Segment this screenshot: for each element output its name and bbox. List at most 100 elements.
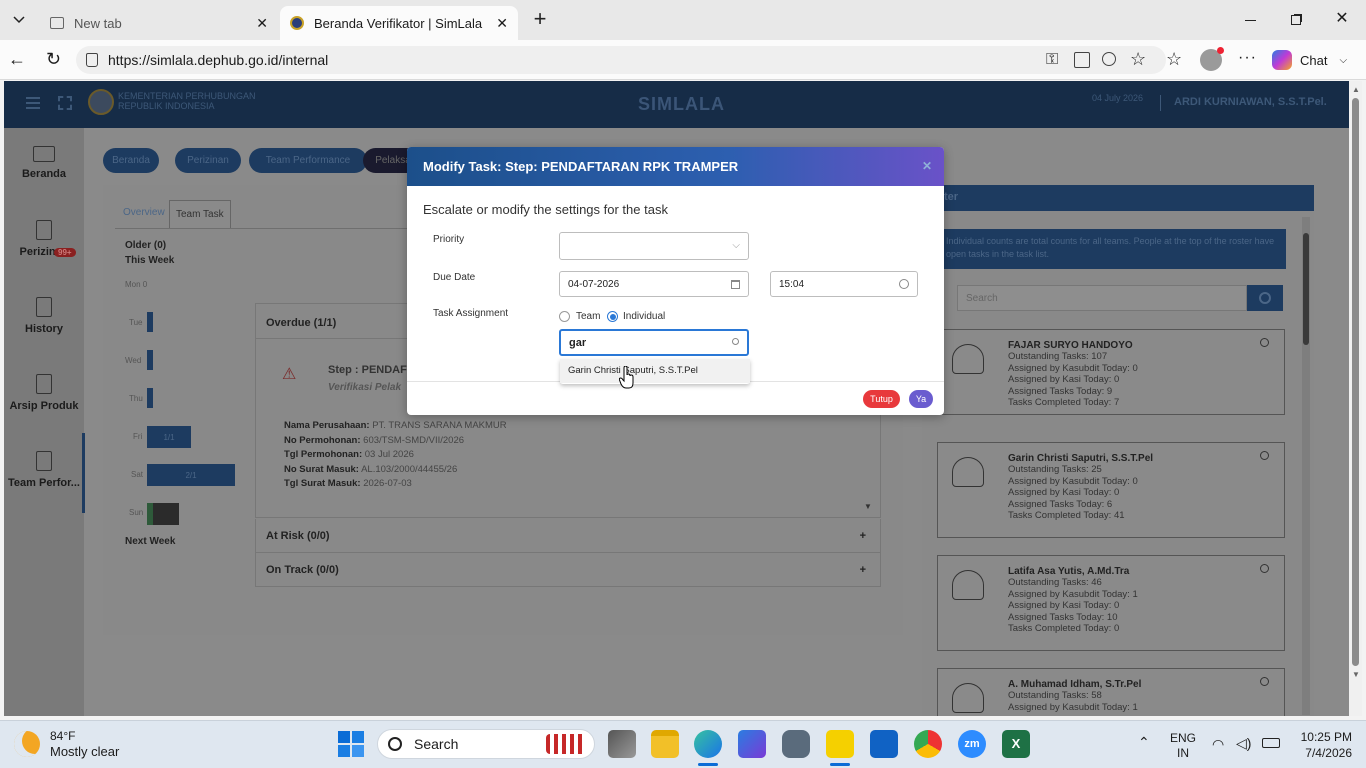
radio-button-selected[interactable] [607,311,618,322]
close-icon[interactable]: ✕ [256,15,268,32]
task-assignment-label: Task Assignment [433,308,509,319]
suggestion-item[interactable]: Garin Christi Saputri, S.S.T.Pel [560,359,750,383]
lang-primary: ENG [1170,731,1197,745]
roster-card[interactable]: Latifa Asa Yutis, A.Md.Tra Outstanding T… [937,555,1285,651]
profile-avatar[interactable] [1200,47,1224,71]
timeline-bar [147,312,153,332]
camera-icon[interactable] [782,730,810,758]
radio-individual[interactable]: Individual [607,311,665,322]
task-view-icon[interactable] [608,730,636,758]
more-menu-icon[interactable]: ··· [1238,49,1257,67]
sticky-notes-icon[interactable] [826,730,854,758]
edge-browser-icon[interactable] [694,730,722,758]
fullscreen-icon[interactable] [58,96,72,110]
tutup-button[interactable]: Tutup [863,390,900,408]
radio-button[interactable] [559,311,570,322]
sidebar-item-perizinan[interactable]: Perizinan 99+ [4,220,84,258]
overdue-header[interactable]: Overdue (1/1) [266,317,336,329]
sidebar-item-beranda[interactable]: Beranda [4,146,84,180]
apps-icon[interactable] [1074,52,1090,68]
page-scrollbar[interactable]: ▲ ▼ [1349,81,1362,716]
scroll-down-icon[interactable]: ▼ [864,502,872,511]
sidebar-item-team-performance[interactable]: Team Perfor... [4,451,84,489]
excel-icon[interactable]: X [1002,730,1030,758]
close-icon[interactable]: ✕ [922,159,932,173]
key-icon[interactable]: ⚿ [1046,51,1058,69]
nav-pill-team-performance[interactable]: Team Performance [249,148,367,173]
tab-simlala[interactable]: Beranda Verifikator | SimLala ✕ [280,6,518,40]
tab-team-task[interactable]: Team Task [169,200,231,228]
hamburger-menu-icon[interactable] [26,97,40,109]
roster-card[interactable]: FAJAR SURYO HANDOYO Outstanding Tasks: 1… [937,329,1285,415]
user-icon [952,344,984,374]
close-icon[interactable]: ✕ [496,15,508,32]
show-hidden-icons-icon[interactable]: ⌃ [1138,734,1150,751]
roster-search-input[interactable]: Search [957,285,1247,311]
assignee-search-input[interactable]: gar [559,329,749,356]
info-icon[interactable] [1260,564,1269,573]
copilot-icon[interactable] [738,730,766,758]
back-button[interactable]: ← [8,50,30,70]
scrollbar-thumb[interactable] [1352,98,1359,666]
refresh-button[interactable]: ↻ [46,49,68,71]
calendar-icon[interactable] [731,280,740,289]
zoom-icon[interactable] [1102,52,1116,66]
tab-label: Beranda Verifikator | SimLala [314,15,483,31]
org-line-2: REPUBLIK INDONESIA [118,101,215,111]
minimize-button[interactable] [1238,10,1262,30]
info-icon[interactable] [1260,677,1269,686]
sidebar-item-history[interactable]: History [4,297,84,335]
roster-card[interactable]: A. Muhamad Idham, S.Tr.Pel Outstanding T… [937,668,1285,716]
file-explorer-icon[interactable] [651,730,679,758]
header-date: 04 July 2026 [1092,93,1144,103]
nav-pill-beranda[interactable]: Beranda [103,148,159,173]
start-button[interactable] [338,731,364,757]
taskbar-search[interactable]: Search [377,729,595,759]
roster-card[interactable]: Garin Christi Saputri, S.S.T.Pel Outstan… [937,442,1285,538]
wifi-icon[interactable]: ◠ [1212,736,1224,753]
battery-icon[interactable] [1262,738,1280,748]
clock[interactable]: 10:25 PM 7/4/2026 [1296,729,1352,761]
sidebar-item-arsip-produk[interactable]: Arsip Produk [4,374,84,412]
due-time-input[interactable]: 15:04 [770,271,918,297]
tab-new-tab[interactable]: New tab ✕ [40,6,278,40]
language-indicator[interactable]: ENG IN [1170,731,1196,761]
favorite-star-icon[interactable]: ☆ [1130,49,1146,70]
window-close-button[interactable]: ✕ [1330,8,1354,30]
ministry-logo [88,89,114,115]
person-stat: Tasks Completed Today: 0 [1008,623,1120,634]
radio-team[interactable]: Team [559,311,600,322]
roster-scrollbar[interactable] [1302,217,1310,715]
tab-list-button[interactable] [6,8,32,32]
person-stat: Outstanding Tasks: 58 [1008,690,1102,701]
copilot-chat-button[interactable]: Chat ⌵ [1272,48,1347,72]
tab-overview[interactable]: Overview [123,207,165,218]
weather-widget[interactable]: 84°F Mostly clear [14,726,119,762]
remote-desktop-icon[interactable] [870,730,898,758]
on-track-header[interactable]: On Track (0/0) + [255,553,881,587]
search-icon [388,737,402,751]
chrome-icon[interactable] [914,730,942,758]
field-row: No Surat Masuk: AL.103/2000/44455/26 [284,463,458,475]
volume-icon[interactable]: ◁) [1236,735,1251,752]
day-label-mon: Mon 0 [125,280,148,289]
info-icon[interactable] [1260,338,1269,347]
clock-icon[interactable] [899,279,909,289]
user-name[interactable]: ARDI KURNIAWAN, S.S.T.Pel. [1174,96,1327,108]
due-date-input[interactable]: 04-07-2026 [559,271,749,297]
site-info-icon[interactable] [86,53,98,67]
info-icon[interactable] [1260,451,1269,460]
day-label-sun: Sun [129,508,144,517]
favorites-icon[interactable]: ☆ [1166,49,1182,70]
roster-info: Individual counts are total counts for a… [942,229,1286,269]
at-risk-header[interactable]: At Risk (0/0) + [255,519,881,553]
ya-button[interactable]: Ya [909,390,933,408]
zoom-app-icon[interactable]: zm [958,730,986,758]
search-label: Search [414,736,459,752]
nav-pill-perizinan[interactable]: Perizinan [175,148,241,173]
priority-select[interactable]: ⌵ [559,232,749,260]
new-tab-button[interactable]: + [528,8,552,32]
roster-search-button[interactable] [1247,285,1283,311]
restore-button[interactable] [1284,10,1308,30]
address-bar[interactable]: https://simlala.dephub.go.id/internal [76,46,1166,74]
